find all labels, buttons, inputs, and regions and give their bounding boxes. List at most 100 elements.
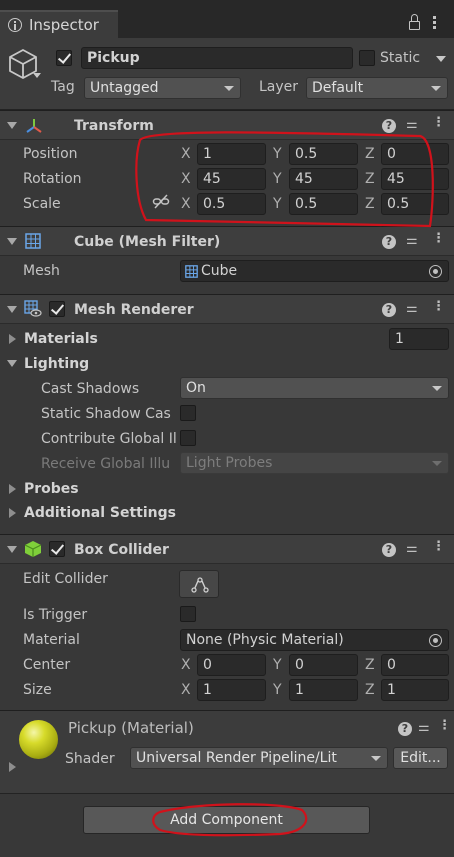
receive-gi-label: Receive Global Illu	[41, 456, 171, 472]
position-y-value: 0.5	[295, 146, 318, 162]
position-z-field[interactable]: 0	[381, 143, 449, 165]
lighting-label[interactable]: Lighting	[24, 357, 89, 371]
size-x-field[interactable]: 1	[197, 679, 266, 701]
additional-settings-label[interactable]: Additional Settings	[24, 506, 176, 520]
kebab-menu-icon[interactable]: ⋮	[432, 540, 445, 553]
size-y-field[interactable]: 1	[289, 679, 358, 701]
rotation-x-axis: X	[181, 171, 191, 187]
help-icon[interactable]: ?	[382, 303, 396, 317]
tag-value: Untagged	[90, 80, 159, 96]
object-name: Pickup	[87, 50, 140, 66]
shader-edit-label: Edit...	[400, 750, 441, 766]
chevron-down-icon	[371, 756, 381, 761]
size-z-field[interactable]: 1	[381, 679, 449, 701]
layer-dropdown[interactable]: Default	[306, 77, 448, 99]
center-y-value: 0	[295, 657, 304, 673]
box-collider-enabled-toggle[interactable]	[49, 541, 65, 557]
rotation-x-field[interactable]: 45	[197, 168, 266, 190]
static-shadow-caster-toggle[interactable]	[180, 405, 196, 421]
is-trigger-toggle[interactable]	[180, 606, 196, 622]
mesh-renderer-enabled-toggle[interactable]	[49, 301, 65, 317]
size-label: Size	[23, 682, 52, 698]
help-icon[interactable]: ?	[398, 722, 412, 736]
constrain-proportions-icon[interactable]	[152, 194, 170, 210]
contribute-gi-toggle[interactable]	[180, 430, 196, 446]
rotation-z-field[interactable]: 45	[381, 168, 449, 190]
size-x-value: 1	[203, 682, 212, 698]
mesh-filter-title: Cube (Mesh Filter)	[74, 234, 221, 250]
transform-header[interactable]: Transform ? ⚌ ⋮	[0, 110, 454, 140]
shader-dropdown[interactable]: Universal Render Pipeline/Lit	[130, 747, 388, 769]
preset-sliders-icon[interactable]: ⚌	[418, 721, 430, 734]
edit-collider-button[interactable]	[179, 570, 219, 598]
more-options-icon[interactable]	[433, 16, 436, 19]
object-name-field[interactable]: Pickup	[81, 47, 353, 69]
active-toggle[interactable]	[56, 50, 72, 66]
material-foldout-icon[interactable]	[9, 762, 16, 772]
foldout-arrow-icon[interactable]	[7, 306, 17, 313]
position-x-field[interactable]: 1	[197, 143, 266, 165]
mesh-filter-header[interactable]: Cube (Mesh Filter) ? ⚌ ⋮	[0, 226, 454, 256]
preset-sliders-icon[interactable]: ⚌	[406, 302, 418, 315]
inspector-tab[interactable]: Inspector	[0, 10, 118, 38]
chevron-down-icon	[431, 86, 441, 91]
scale-x-value: 0.5	[203, 196, 226, 212]
static-toggle[interactable]	[359, 50, 375, 66]
rotation-z-axis: Z	[365, 171, 375, 187]
materials-count-field[interactable]: 1	[389, 328, 449, 350]
center-y-field[interactable]: 0	[289, 654, 358, 676]
scale-y-axis: Y	[273, 196, 282, 212]
position-z-axis: Z	[365, 146, 375, 162]
kebab-menu-icon[interactable]: ⋮	[432, 300, 445, 313]
scale-y-field[interactable]: 0.5	[289, 193, 358, 215]
help-icon[interactable]: ?	[382, 543, 396, 557]
probes-foldout-icon[interactable]	[9, 484, 16, 494]
preset-sliders-icon[interactable]: ⚌	[406, 118, 418, 131]
receive-gi-dropdown: Light Probes	[180, 452, 449, 474]
help-icon[interactable]: ?	[382, 119, 396, 133]
lighting-foldout-icon[interactable]	[7, 360, 17, 367]
icon-dropdown-arrow[interactable]	[33, 73, 41, 78]
additional-settings-foldout-icon[interactable]	[9, 508, 16, 518]
kebab-menu-icon[interactable]: ⋮	[432, 232, 445, 245]
position-x-axis: X	[181, 146, 191, 162]
mesh-object-field[interactable]: Cube	[180, 260, 449, 282]
kebab-menu-icon[interactable]: ⋮	[432, 116, 445, 129]
probes-label[interactable]: Probes	[24, 482, 79, 496]
shader-edit-button[interactable]: Edit...	[393, 747, 448, 769]
preset-sliders-icon[interactable]: ⚌	[406, 542, 418, 555]
cast-shadows-dropdown[interactable]: On	[180, 377, 449, 399]
size-y-value: 1	[295, 682, 304, 698]
scale-x-field[interactable]: 0.5	[197, 193, 266, 215]
foldout-arrow-icon[interactable]	[7, 546, 17, 553]
lock-icon-shackle	[411, 14, 418, 21]
shader-label: Shader	[65, 751, 115, 767]
mesh-value: Cube	[201, 263, 238, 279]
tag-label: Tag	[51, 79, 75, 95]
scale-z-field[interactable]: 0.5	[381, 193, 449, 215]
center-y-axis: Y	[273, 657, 282, 673]
foldout-arrow-icon[interactable]	[7, 238, 17, 245]
lock-icon[interactable]	[409, 21, 420, 30]
foldout-arrow-icon[interactable]	[7, 122, 17, 129]
size-y-axis: Y	[273, 682, 282, 698]
static-dropdown-arrow[interactable]	[436, 56, 446, 62]
collider-material-field[interactable]: None (Physic Material)	[180, 629, 449, 651]
materials-label[interactable]: Materials	[24, 332, 98, 346]
help-icon[interactable]: ?	[382, 235, 396, 249]
mesh-renderer-header[interactable]: Mesh Renderer ? ⚌ ⋮	[0, 294, 454, 324]
add-component-button[interactable]: Add Component	[83, 806, 370, 834]
static-label: Static	[380, 50, 421, 66]
materials-foldout-icon[interactable]	[9, 334, 16, 344]
tab-title: Inspector	[29, 16, 99, 34]
center-x-field[interactable]: 0	[197, 654, 266, 676]
kebab-menu-icon[interactable]: ⋮	[438, 719, 451, 732]
box-collider-header[interactable]: Box Collider ? ⚌ ⋮	[0, 534, 454, 564]
position-y-field[interactable]: 0.5	[289, 143, 358, 165]
tag-dropdown[interactable]: Untagged	[84, 77, 241, 99]
preset-sliders-icon[interactable]: ⚌	[406, 234, 418, 247]
rotation-y-field[interactable]: 45	[289, 168, 358, 190]
center-z-field[interactable]: 0	[381, 654, 449, 676]
material-title: Pickup (Material)	[68, 719, 194, 737]
mesh-renderer-title: Mesh Renderer	[74, 302, 194, 318]
